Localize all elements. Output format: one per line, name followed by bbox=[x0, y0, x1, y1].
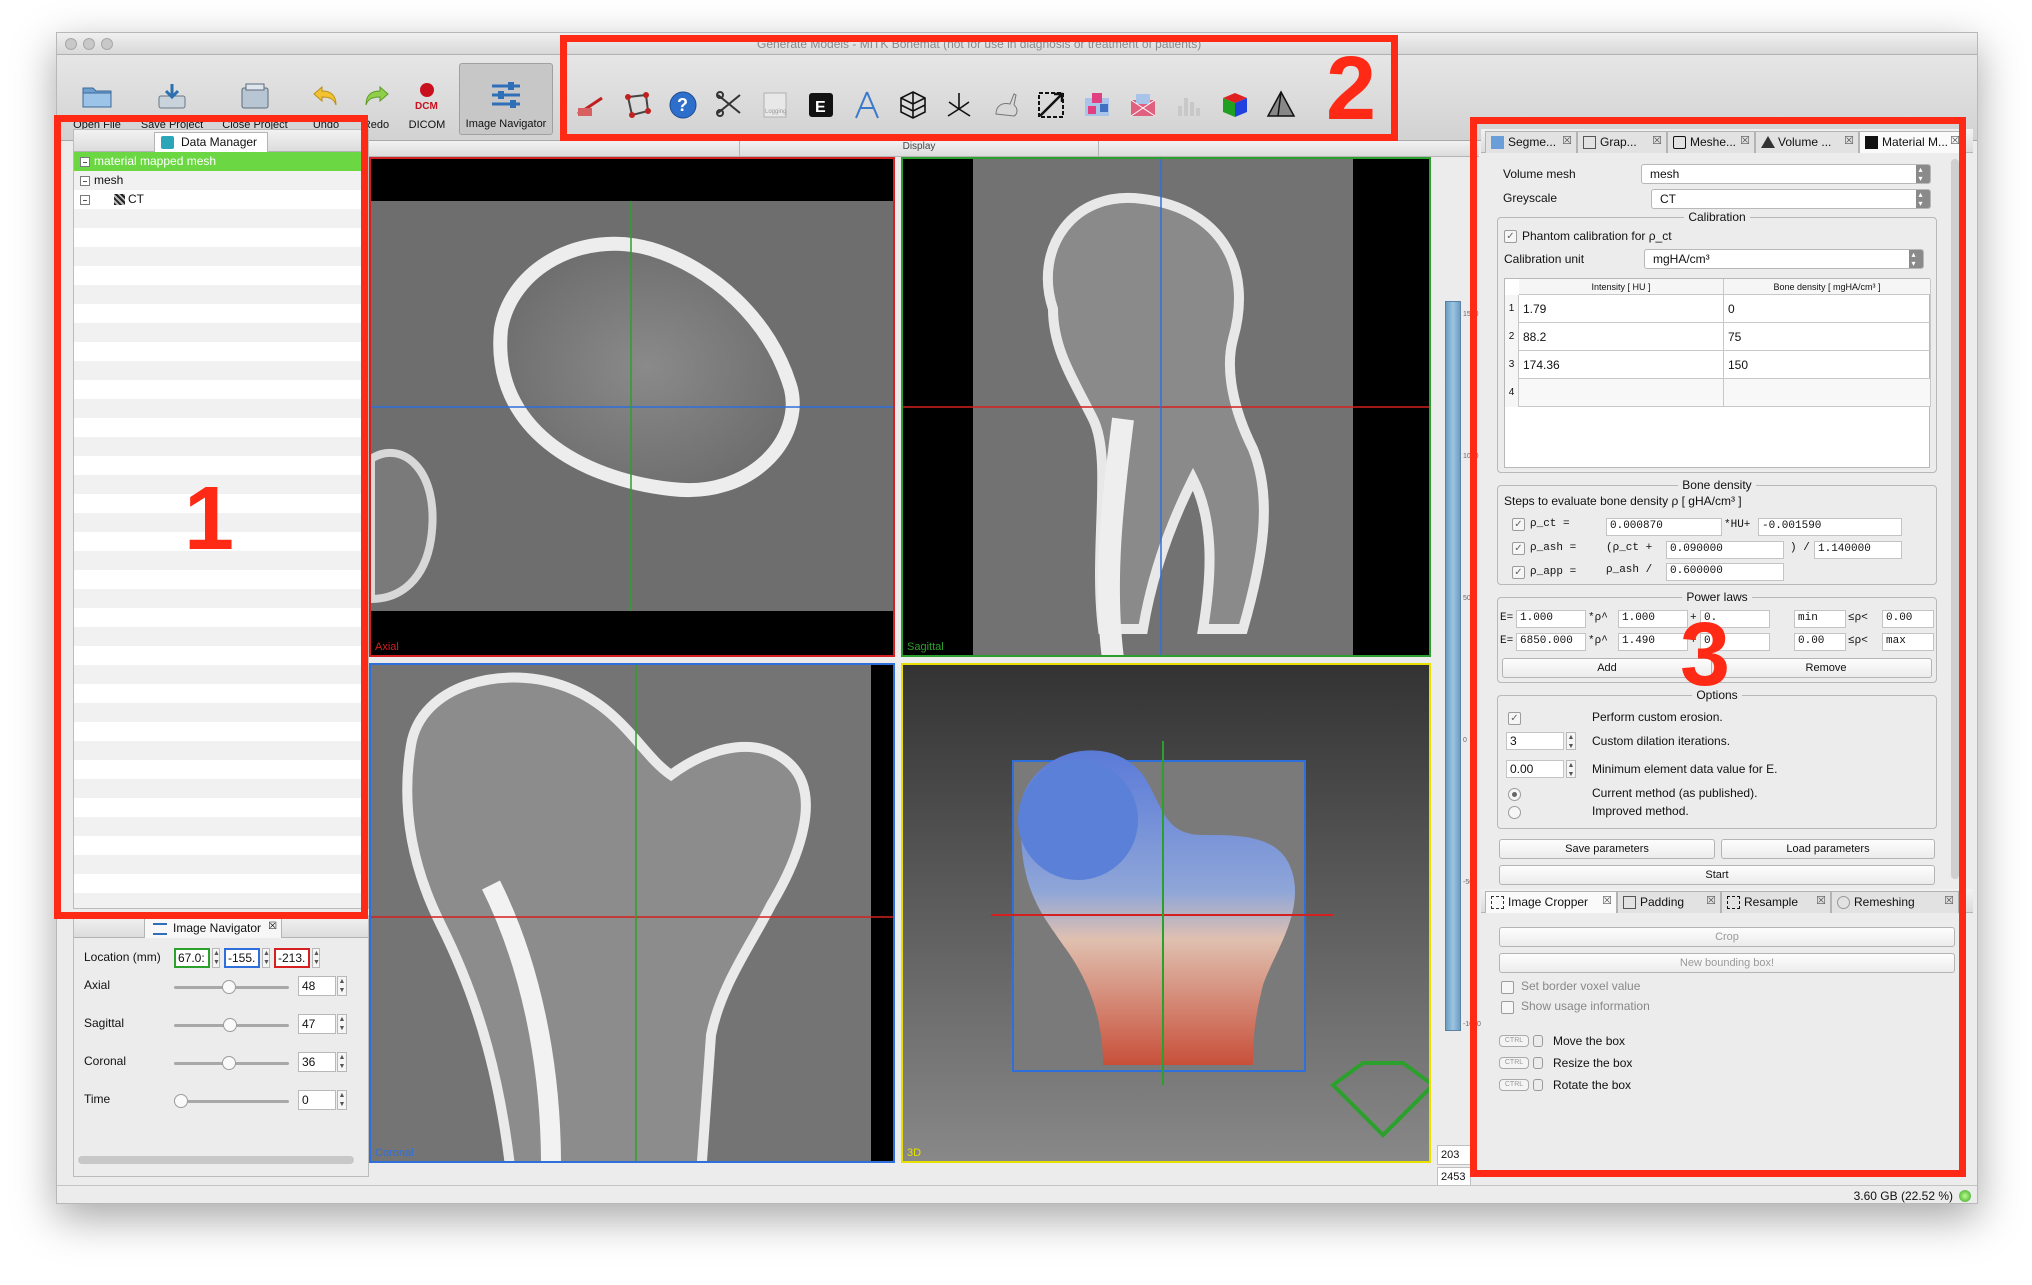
sagittal-slider[interactable] bbox=[174, 1018, 289, 1032]
memory-indicator-icon bbox=[1959, 1190, 1971, 1202]
axial-view-label: Axial bbox=[375, 641, 399, 653]
location-z-field[interactable]: -213. bbox=[274, 948, 310, 968]
close-window-button[interactable] bbox=[65, 38, 77, 50]
gem-icon bbox=[1329, 1061, 1429, 1138]
3d-view[interactable]: 3D bbox=[901, 663, 1431, 1163]
folder-icon bbox=[80, 79, 114, 113]
save-project-icon bbox=[155, 79, 189, 113]
axial-slider[interactable] bbox=[174, 980, 289, 994]
image-navigator-button[interactable]: Image Navigator bbox=[459, 63, 553, 135]
close-project-icon bbox=[238, 79, 272, 113]
time-stepper[interactable]: ▲ ▼ bbox=[337, 1090, 347, 1110]
sliders-icon bbox=[153, 923, 167, 935]
zoom-window-button[interactable] bbox=[101, 38, 113, 50]
location-y-field[interactable]: -155. bbox=[224, 948, 260, 968]
coronal-image bbox=[371, 665, 893, 1161]
level-value-field[interactable]: 203 bbox=[1437, 1145, 1471, 1165]
location-x-field[interactable]: 67.0: bbox=[174, 948, 210, 968]
slider-handle[interactable] bbox=[174, 1094, 188, 1108]
coronal-view[interactable]: Coronal bbox=[369, 663, 895, 1163]
level-tick-label: 0 bbox=[1463, 737, 1467, 744]
sagittal-image bbox=[903, 159, 1429, 655]
display-area: Display Axial Sagittal Coronal 3D 203 24… bbox=[369, 141, 1481, 1203]
image-navigator-tabbar: Image Navigator ☒ bbox=[74, 916, 368, 938]
coronal-view-label: Coronal bbox=[375, 1147, 414, 1159]
navigator-body: Location (mm) 67.0: -155. -213. ▲ ▼ ▲ ▼ ▲ ▼… bbox=[74, 938, 368, 1148]
3d-render bbox=[991, 741, 1429, 1138]
sagittal-view[interactable]: Sagittal bbox=[901, 157, 1431, 657]
sagittal-spinbox[interactable]: 47 bbox=[298, 1014, 336, 1034]
image-navigator-panel: Image Navigator ☒ Location (mm) 67.0: -1… bbox=[73, 915, 369, 1177]
coronal-slider[interactable] bbox=[174, 1056, 289, 1070]
image-navigator-tab[interactable]: Image Navigator ☒ bbox=[144, 918, 283, 938]
location-label: Location (mm) bbox=[84, 950, 161, 964]
axial-image bbox=[371, 201, 893, 611]
sliders-icon bbox=[489, 78, 523, 112]
coronal-spinbox[interactable]: 36 bbox=[298, 1052, 336, 1072]
location-y-stepper[interactable]: ▲ ▼ bbox=[262, 948, 270, 968]
undo-icon bbox=[309, 79, 343, 113]
status-bar: 3.60 GB (22.52 %) bbox=[57, 1185, 1977, 1203]
horizontal-scrollbar[interactable] bbox=[78, 1156, 354, 1164]
close-tab-icon[interactable]: ☒ bbox=[268, 921, 277, 932]
annotation-number-3: 3 bbox=[1680, 605, 1731, 705]
coronal-stepper[interactable]: ▲ ▼ bbox=[337, 1052, 347, 1072]
display-tabbar: Display bbox=[369, 141, 1479, 157]
svg-text:DCM: DCM bbox=[415, 101, 438, 111]
axial-view[interactable]: Axial bbox=[369, 157, 895, 657]
axial-label: Axial bbox=[84, 978, 111, 992]
sagittal-stepper[interactable]: ▲ ▼ bbox=[337, 1014, 347, 1034]
dicom-button[interactable]: DCM DICOM bbox=[401, 63, 453, 135]
location-x-stepper[interactable]: ▲ ▼ bbox=[212, 948, 220, 968]
annotation-box-2 bbox=[560, 35, 1398, 141]
window-value-field[interactable]: 2453 bbox=[1437, 1167, 1471, 1187]
slider-handle[interactable] bbox=[222, 1056, 237, 1070]
time-label: Time bbox=[84, 1092, 111, 1106]
3d-view-label: 3D bbox=[907, 1147, 922, 1159]
sagittal-view-label: Sagittal bbox=[907, 641, 944, 653]
time-spinbox[interactable]: 0 bbox=[298, 1090, 336, 1110]
level-window-slider[interactable] bbox=[1445, 301, 1461, 1031]
annotation-number-2: 2 bbox=[1326, 39, 1377, 139]
slider-handle[interactable] bbox=[222, 980, 237, 994]
dicom-icon: DCM bbox=[410, 79, 444, 113]
memory-usage: 3.60 GB (22.52 %) bbox=[1853, 1189, 1953, 1203]
axial-spinbox[interactable]: 48 bbox=[298, 976, 336, 996]
sagittal-label: Sagittal bbox=[84, 1016, 125, 1030]
slider-handle[interactable] bbox=[223, 1018, 238, 1032]
display-tab[interactable]: Display bbox=[739, 141, 1099, 157]
coronal-label: Coronal bbox=[84, 1054, 127, 1068]
annotation-number-1: 1 bbox=[184, 469, 235, 569]
time-slider[interactable] bbox=[174, 1094, 289, 1108]
redo-icon bbox=[359, 79, 393, 113]
location-z-stepper[interactable]: ▲ ▼ bbox=[312, 948, 320, 968]
axial-stepper[interactable]: ▲ ▼ bbox=[337, 976, 347, 996]
minimize-window-button[interactable] bbox=[83, 38, 95, 50]
